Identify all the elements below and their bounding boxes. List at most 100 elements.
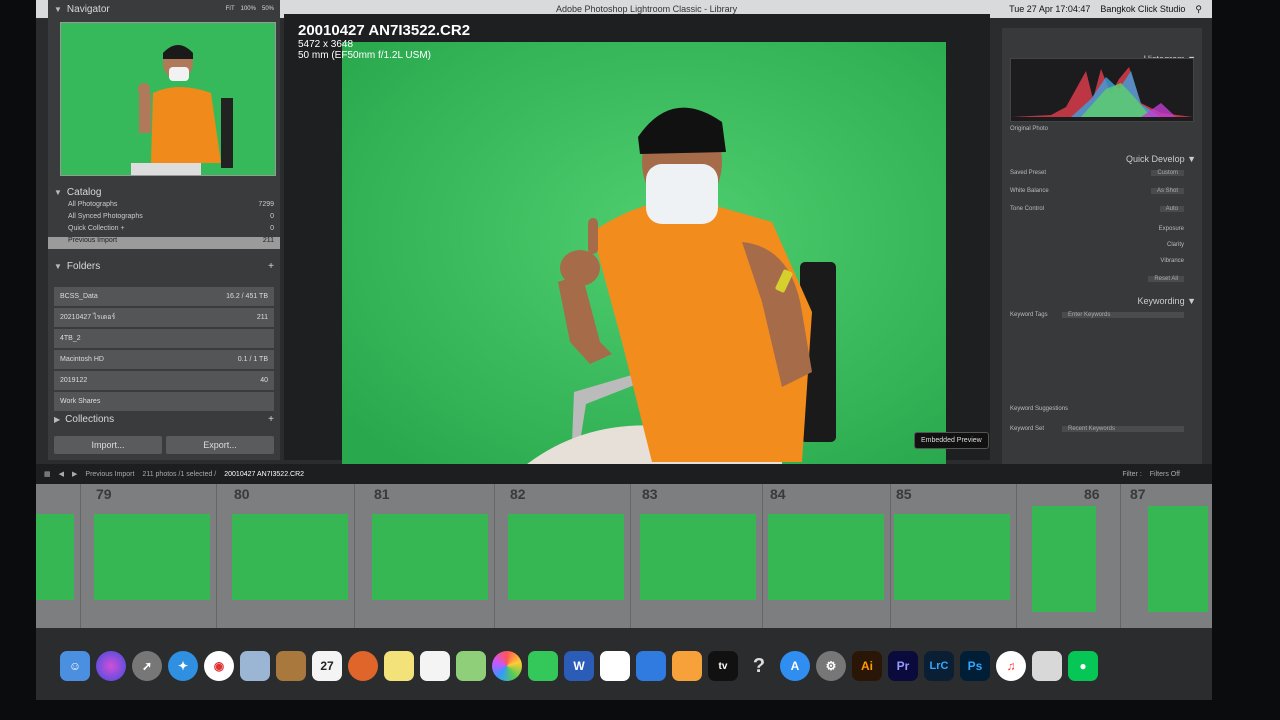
grid-view-icon[interactable]: ▦ (44, 470, 51, 478)
folder-volume-work-shares[interactable]: Work Shares (54, 392, 274, 411)
filmstrip-cell[interactable]: 84 (762, 484, 891, 628)
calendar-icon[interactable]: 27 (312, 651, 342, 681)
reset-all-button[interactable]: Reset All (1148, 276, 1184, 282)
folder-item[interactable]: 2019122 40 (54, 371, 274, 390)
filmstrip-source[interactable]: Previous Import (85, 471, 134, 478)
filmstrip-thumbnail[interactable] (894, 514, 1010, 600)
keywording-header[interactable]: Keywording ▼ (1138, 296, 1196, 306)
collapse-triangle-icon[interactable]: ▼ (54, 262, 62, 271)
studio-name[interactable]: Bangkok Click Studio (1100, 4, 1185, 15)
spotlight-icon[interactable]: ⚲ (1195, 4, 1202, 15)
vibrance-row[interactable]: Vibrance (1010, 258, 1184, 264)
keynote-icon[interactable] (636, 651, 666, 681)
notes-folder-icon[interactable] (276, 651, 306, 681)
folder-volume-4tb[interactable]: 4TB_2 (54, 329, 274, 348)
expand-triangle-icon[interactable]: ▶ (54, 415, 60, 424)
illustrator-icon[interactable]: Ai (852, 651, 882, 681)
apple-tv-icon[interactable]: tv (708, 651, 738, 681)
catalog-item-previous-import[interactable]: Previous Import 211 (48, 237, 280, 249)
collapse-triangle-icon[interactable]: ▼ (54, 188, 62, 197)
notes-icon[interactable] (384, 651, 414, 681)
music-icon[interactable]: ♫ (996, 651, 1026, 681)
folders-header[interactable]: ▼ Folders + (48, 257, 280, 275)
quick-develop-header[interactable]: Quick Develop ▼ (1126, 154, 1196, 164)
finder-icon[interactable]: ☺ (60, 651, 90, 681)
launchpad-icon[interactable]: ➚ (132, 651, 162, 681)
import-button[interactable]: Import... (54, 436, 162, 454)
premiere-icon[interactable]: Pr (888, 651, 918, 681)
fl-studio-icon[interactable] (348, 651, 378, 681)
filmstrip-cell[interactable]: 86 (1016, 484, 1121, 628)
nav-back-icon[interactable]: ◀ (59, 470, 64, 478)
keyword-set-select[interactable]: Recent Keywords (1062, 426, 1184, 432)
filmstrip-cell[interactable]: 83 (634, 484, 763, 628)
folder-item[interactable]: 20210427 ไรเดอร์ 211 (54, 308, 274, 327)
line-icon[interactable]: ● (1068, 651, 1098, 681)
nav-forward-icon[interactable]: ▶ (72, 470, 77, 478)
filmstrip-thumbnail[interactable] (232, 514, 348, 600)
clarity-row[interactable]: Clarity (1010, 242, 1184, 248)
keyword-tags-input[interactable]: Enter Keywords (1062, 312, 1184, 318)
filmstrip-thumbnail[interactable] (1032, 506, 1096, 612)
filmstrip-cell[interactable]: 80 (226, 484, 355, 628)
tone-control-row[interactable]: Tone Control Auto (1010, 206, 1184, 212)
add-collection-icon[interactable]: + (268, 414, 274, 425)
keyword-suggestions-header[interactable]: Keyword Suggestions (1010, 406, 1184, 412)
filmstrip-cell[interactable] (36, 484, 81, 628)
siri-icon[interactable] (96, 651, 126, 681)
filmstrip-thumbnail[interactable] (1148, 506, 1208, 612)
clock[interactable]: Tue 27 Apr 17:04:47 (1009, 4, 1090, 15)
exposure-row[interactable]: Exposure (1010, 226, 1184, 232)
zoom-fit[interactable]: FIT (226, 6, 235, 12)
reminders-icon[interactable] (420, 651, 450, 681)
catalog-item-quick-collection[interactable]: Quick Collection + 0 (48, 225, 280, 237)
numbers-icon[interactable] (600, 651, 630, 681)
main-photo[interactable] (342, 42, 946, 468)
pages-icon[interactable] (672, 651, 702, 681)
filmstrip-thumbnail[interactable] (768, 514, 884, 600)
zoom-50[interactable]: 50% (262, 6, 274, 12)
folder-volume-macintosh[interactable]: Macintosh HD 0.1 / 1 TB (54, 350, 274, 369)
catalog-header[interactable]: ▼ Catalog (48, 183, 280, 201)
filmstrip-cell[interactable]: 85 (888, 484, 1017, 628)
filmstrip-thumbnail[interactable] (508, 514, 624, 600)
app-store-icon[interactable]: A (780, 651, 810, 681)
filters-off-select[interactable]: Filters Off (1150, 471, 1180, 478)
filmstrip-thumbnail[interactable] (94, 514, 210, 600)
books-icon[interactable] (1032, 651, 1062, 681)
catalog-item-synced[interactable]: All Synced Photographs 0 (48, 213, 280, 225)
collapse-triangle-icon[interactable]: ▼ (54, 5, 62, 14)
navigator-preview[interactable] (60, 22, 276, 176)
folder-volume-bcss[interactable]: BCSS_Data 16.2 / 451 TB (54, 287, 274, 306)
system-preferences-icon[interactable]: ⚙ (816, 651, 846, 681)
filmstrip-thumbnail[interactable] (372, 514, 488, 600)
collections-header[interactable]: ▶ Collections + (48, 410, 280, 428)
filmstrip-cell[interactable]: 82 (502, 484, 631, 628)
word-icon[interactable]: W (564, 651, 594, 681)
saved-preset-select[interactable]: Custom (1151, 170, 1184, 176)
chrome-icon[interactable]: ◉ (204, 651, 234, 681)
catalog-item-all-photographs[interactable]: All Photographs 7299 (48, 201, 280, 213)
saved-preset-row[interactable]: Saved Preset Custom (1010, 170, 1184, 176)
add-folder-icon[interactable]: + (268, 261, 274, 272)
photos-icon[interactable] (492, 651, 522, 681)
maps-icon[interactable] (456, 651, 486, 681)
filmstrip-thumbnail[interactable] (36, 514, 74, 600)
preview-icon[interactable] (240, 651, 270, 681)
facetime-icon[interactable] (528, 651, 558, 681)
auto-tone-button[interactable]: Auto (1159, 206, 1184, 212)
safari-icon[interactable]: ✦ (168, 651, 198, 681)
export-button[interactable]: Export... (166, 436, 274, 454)
navigator-header[interactable]: ▼ Navigator FIT 100% 50% (48, 0, 280, 18)
zoom-100[interactable]: 100% (241, 6, 256, 12)
filmstrip-cell[interactable]: 79 (88, 484, 217, 628)
white-balance-select[interactable]: As Shot (1150, 188, 1184, 194)
filmstrip-thumbnail[interactable] (640, 514, 756, 600)
lightroom-classic-icon[interactable]: LrC (924, 651, 954, 681)
white-balance-row[interactable]: White Balance As Shot (1010, 188, 1184, 194)
photoshop-icon[interactable]: Ps (960, 651, 990, 681)
original-photo-toggle[interactable]: Original Photo (1010, 126, 1184, 132)
help-icon[interactable]: ? (744, 651, 774, 681)
filmstrip-cell[interactable]: 87 (1122, 484, 1212, 628)
filmstrip-cell[interactable]: 81 (366, 484, 495, 628)
